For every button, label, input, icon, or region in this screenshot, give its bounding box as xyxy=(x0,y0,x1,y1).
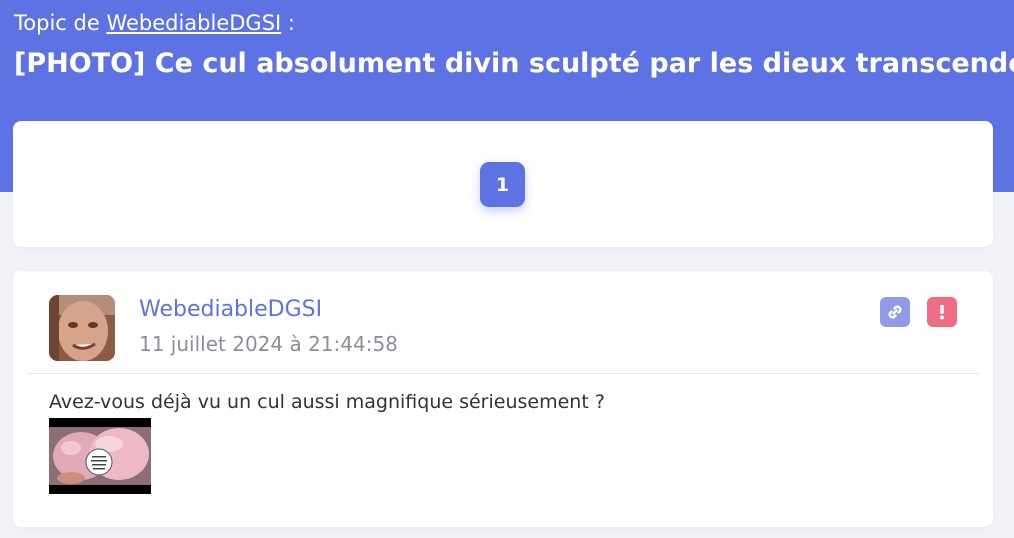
pagination-card: 1 xyxy=(13,121,993,247)
post-card: WebediableDGSI 11 juillet 2024 à 21:44:5… xyxy=(13,271,993,527)
link-icon xyxy=(888,305,902,319)
post-image xyxy=(49,418,151,494)
avatar[interactable] xyxy=(49,295,115,361)
post-image-thumbnail[interactable] xyxy=(49,418,151,494)
report-button[interactable] xyxy=(927,297,957,327)
exclamation-icon xyxy=(940,305,944,320)
page-title: [PHOTO] Ce cul absolument divin sculpté … xyxy=(14,48,1014,79)
page-button-1[interactable]: 1 xyxy=(480,162,525,207)
post-date: 11 juillet 2024 à 21:44:58 xyxy=(139,332,398,356)
topic-attribution: Topic de WebediableDGSI : xyxy=(14,9,295,37)
post-author-link[interactable]: WebediableDGSI xyxy=(139,295,322,325)
post-message: Avez-vous déjà vu un cul aussi magnifiqu… xyxy=(49,391,605,413)
avatar-image xyxy=(49,295,115,361)
permalink-button[interactable] xyxy=(880,297,910,327)
post-divider xyxy=(27,373,979,374)
topic-suffix: : xyxy=(281,11,295,35)
topic-author-link[interactable]: WebediableDGSI xyxy=(106,11,281,35)
topic-prefix: Topic de xyxy=(14,11,100,35)
